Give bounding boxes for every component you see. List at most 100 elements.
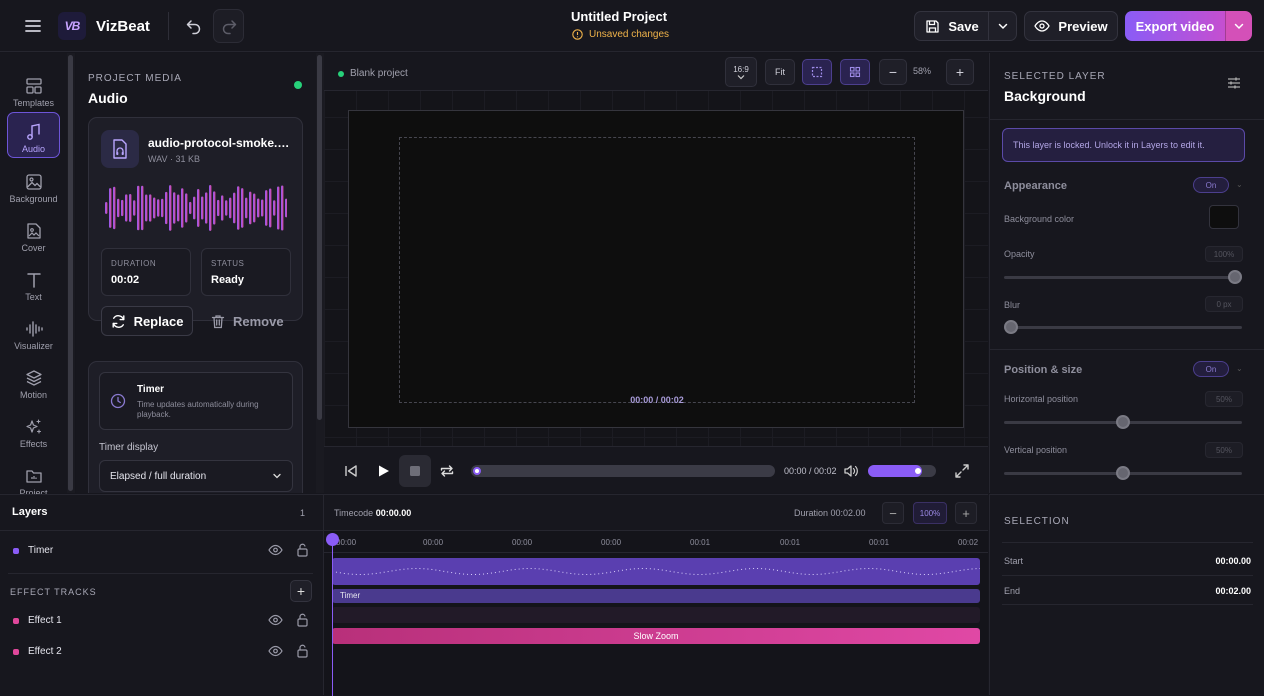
opacity-slider[interactable] bbox=[1004, 270, 1242, 284]
save-button[interactable]: Save bbox=[914, 11, 989, 41]
rail-item-audio[interactable]: Audio bbox=[7, 112, 60, 158]
locked-notice: This layer is locked. Unlock it in Layer… bbox=[1002, 128, 1245, 162]
timeline-zoom-in-button[interactable]: + bbox=[955, 502, 977, 524]
zoom-in-button[interactable]: + bbox=[946, 59, 974, 85]
aspect-ratio-button[interactable]: 16:9 bbox=[725, 57, 757, 87]
fit-button[interactable]: Fit bbox=[765, 59, 795, 85]
export-video-button[interactable]: Export video bbox=[1125, 11, 1225, 41]
layer-row-effect-2[interactable]: Effect 2 bbox=[0, 637, 323, 667]
rail-item-cover[interactable]: Cover bbox=[7, 210, 60, 256]
media-scrollbar[interactable] bbox=[316, 53, 324, 493]
blur-value[interactable]: 0 px bbox=[1205, 296, 1243, 312]
timer-track-clip[interactable]: Timer bbox=[332, 589, 980, 603]
timeline-panel: Timecode 00:00.00 Duration 00:02.00 − 10… bbox=[324, 494, 988, 696]
hpos-slider[interactable] bbox=[1004, 415, 1242, 429]
vpos-slider[interactable] bbox=[1004, 466, 1242, 480]
volume-slider[interactable] bbox=[868, 465, 936, 477]
timer-display-select[interactable]: Elapsed / full duration bbox=[99, 460, 293, 492]
skip-back-button[interactable] bbox=[340, 461, 362, 481]
waveform-bar bbox=[241, 188, 244, 228]
playback-progress[interactable] bbox=[471, 465, 775, 477]
slider-thumb[interactable] bbox=[1116, 466, 1130, 480]
audio-track-clip[interactable] bbox=[332, 558, 980, 585]
eye-icon[interactable] bbox=[268, 645, 283, 657]
slider-thumb[interactable] bbox=[1228, 270, 1242, 284]
audio-wave-icon bbox=[25, 321, 43, 337]
rail-scrollbar[interactable] bbox=[67, 53, 75, 493]
chevron-down-icon[interactable]: ⌄ bbox=[1236, 180, 1243, 189]
ruler-tick: 00:01 bbox=[869, 538, 890, 547]
audio-file-meta: WAV · 31 KB bbox=[148, 154, 201, 164]
fullscreen-button[interactable] bbox=[951, 461, 973, 481]
timeline-ruler[interactable]: 00:00 00:00 00:00 00:00 00:01 00:01 00:0… bbox=[324, 531, 988, 553]
waveform-bar bbox=[105, 202, 108, 214]
chevron-down-icon[interactable]: ⌄ bbox=[1236, 364, 1243, 373]
replace-audio-button[interactable]: Replace bbox=[101, 306, 193, 336]
zoom-out-button[interactable]: − bbox=[879, 59, 907, 85]
waveform-bar bbox=[229, 197, 232, 219]
unlock-icon[interactable] bbox=[296, 543, 309, 557]
rail-item-effects[interactable]: Effects bbox=[7, 406, 60, 452]
slider-thumb[interactable] bbox=[1004, 320, 1018, 334]
waveform-bar bbox=[285, 198, 287, 218]
waveform-bar bbox=[201, 196, 204, 220]
play-button[interactable] bbox=[372, 461, 394, 481]
layer-row-timer[interactable]: Timer bbox=[0, 536, 323, 566]
unlock-icon[interactable] bbox=[296, 613, 309, 627]
playhead-handle[interactable] bbox=[326, 533, 339, 546]
timeline-zoom-out-button[interactable]: − bbox=[882, 502, 904, 524]
repeat-icon bbox=[440, 465, 454, 477]
rail-item-templates[interactable]: Templates bbox=[7, 65, 60, 111]
timeline-zoom-value[interactable]: 100% bbox=[913, 502, 947, 524]
appearance-toggle[interactable]: On bbox=[1193, 177, 1229, 193]
stop-button[interactable] bbox=[399, 455, 431, 487]
safe-area-toggle[interactable] bbox=[802, 59, 832, 85]
eye-icon[interactable] bbox=[268, 614, 283, 626]
selection-start: Start 00:00.00 bbox=[1004, 556, 1251, 566]
rail-item-background[interactable]: Background bbox=[7, 161, 60, 207]
empty-track[interactable] bbox=[332, 607, 980, 623]
waveform-bar bbox=[121, 199, 124, 217]
waveform-bar bbox=[265, 190, 268, 226]
loop-button[interactable] bbox=[436, 461, 458, 481]
waveform-bar bbox=[185, 193, 188, 223]
rail-item-text[interactable]: Text bbox=[7, 259, 60, 305]
export-options-button[interactable] bbox=[1225, 11, 1252, 41]
add-effect-track-button[interactable]: + bbox=[290, 580, 312, 602]
progress-thumb[interactable] bbox=[473, 467, 481, 475]
timeline-playhead[interactable] bbox=[326, 533, 339, 696]
rail-item-motion[interactable]: Motion bbox=[7, 357, 60, 403]
slider-thumb[interactable] bbox=[1116, 415, 1130, 429]
scrollbar-thumb[interactable] bbox=[317, 55, 322, 420]
waveform-bar bbox=[141, 185, 144, 231]
slow-zoom-clip[interactable]: Slow Zoom bbox=[332, 628, 980, 644]
opacity-value[interactable]: 100% bbox=[1205, 246, 1243, 262]
grid-toggle[interactable] bbox=[840, 59, 870, 85]
section-label: PROJECT MEDIA bbox=[88, 73, 182, 84]
vpos-value[interactable]: 50% bbox=[1205, 442, 1243, 458]
sparkles-icon bbox=[25, 419, 41, 434]
rail-item-visualizer[interactable]: Visualizer bbox=[7, 308, 60, 354]
volume-button[interactable] bbox=[840, 461, 862, 481]
blur-slider[interactable] bbox=[1004, 320, 1242, 334]
preview-stage[interactable]: 00:00 / 00:02 bbox=[348, 110, 964, 428]
remove-audio-button[interactable]: Remove bbox=[211, 306, 285, 336]
adjustments-icon[interactable] bbox=[1226, 75, 1242, 91]
bg-color-swatch[interactable] bbox=[1209, 205, 1239, 229]
preview-button[interactable]: Preview bbox=[1024, 11, 1118, 41]
unsaved-indicator: Unsaved changes bbox=[572, 29, 669, 40]
save-options-button[interactable] bbox=[988, 11, 1017, 41]
vpos-label: Vertical position bbox=[1004, 445, 1068, 455]
hpos-value[interactable]: 50% bbox=[1205, 391, 1243, 407]
eye-icon[interactable] bbox=[268, 544, 283, 556]
waveform-bar bbox=[169, 185, 172, 231]
unlock-icon[interactable] bbox=[296, 644, 309, 658]
panel-title: Audio bbox=[88, 90, 128, 106]
layer-row-effect-1[interactable]: Effect 1 bbox=[0, 606, 323, 636]
selection-title: SELECTION bbox=[1004, 516, 1070, 527]
ruler-tick: 00:00 bbox=[512, 538, 533, 547]
scrollbar-thumb[interactable] bbox=[68, 55, 73, 491]
warning-icon bbox=[572, 29, 583, 40]
position-size-toggle[interactable]: On bbox=[1193, 361, 1229, 377]
layers-icon bbox=[25, 370, 42, 386]
